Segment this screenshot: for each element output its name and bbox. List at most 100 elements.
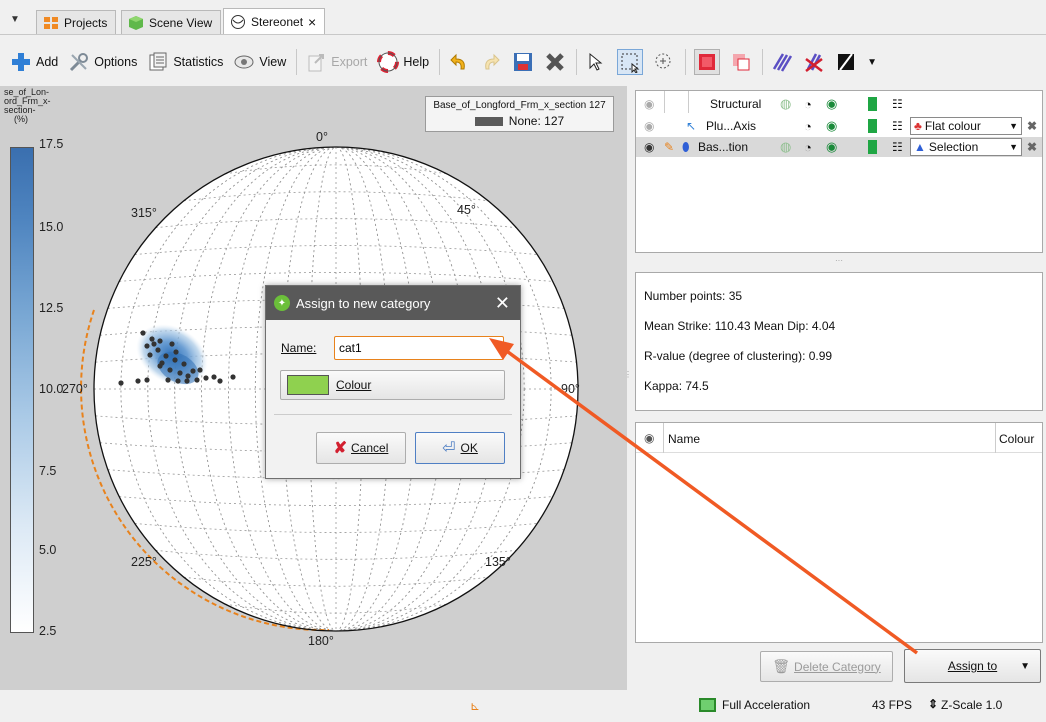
colour-mode-select[interactable]: ♣ Flat colour ▼	[910, 117, 1022, 135]
save-button[interactable]	[512, 51, 534, 73]
tab-stereonet-label: Stereonet	[251, 14, 304, 29]
direction-label-n: 0°	[316, 130, 328, 144]
name-input[interactable]	[334, 336, 504, 360]
plane-icon: ⬮	[682, 139, 690, 154]
options-button[interactable]: Options	[68, 51, 137, 73]
undo-icon	[448, 51, 470, 73]
hide-toggle-button[interactable]	[835, 51, 857, 73]
visibility-eye-icon[interactable]: ◉	[644, 97, 654, 111]
assign-to-label: Assign to	[947, 659, 998, 673]
layers-header-row: ◉ Structural ◍ ◔ ◉ ☷	[636, 91, 1042, 114]
legend: Base_of_Longford_Frm_x_section 127 None:…	[425, 96, 614, 132]
colour-mode-select[interactable]: ▲ Selection ▼	[910, 138, 1022, 156]
stat-r-value: R-value (degree of clustering): 0.99	[644, 349, 833, 363]
clock-icon[interactable]: ◔	[804, 119, 812, 134]
add-button[interactable]: Add	[10, 51, 58, 73]
zoom-select-icon	[653, 51, 675, 73]
cube-icon	[128, 15, 144, 31]
remove-structural-button[interactable]	[803, 51, 825, 73]
tab-scene-view-label: Scene View	[149, 15, 213, 30]
statistics-button[interactable]: Statistics	[147, 51, 223, 73]
structural-lines-button[interactable]	[771, 51, 793, 73]
pole-point	[149, 336, 155, 342]
direction-label-e: 90°	[561, 382, 580, 396]
pole-icon[interactable]: ◉	[826, 118, 837, 134]
pole-icon[interactable]: ◉	[826, 96, 837, 112]
colour-button[interactable]: Colour	[280, 370, 505, 400]
column-divider	[664, 91, 665, 113]
undo-button[interactable]	[448, 51, 470, 73]
ok-button[interactable]: ⏎ OK	[415, 432, 505, 464]
pointer-tool-button[interactable]	[585, 51, 607, 73]
layer-name: Bas...tion	[698, 140, 749, 154]
red-outline-toggle-button[interactable]	[730, 51, 752, 73]
remove-layer-icon[interactable]: ✖	[1027, 119, 1037, 133]
layer-row-selected[interactable]: ◉ ✎ ⬮ Bas...tion ◍ ◔ ◉ ☷ ▲ Selection ▼ ✖	[636, 137, 1042, 157]
green-colour-swatch[interactable]	[868, 97, 877, 111]
pole-point	[203, 375, 209, 381]
stat-mean-strike-dip: Mean Strike: 110.43 Mean Dip: 4.04	[644, 319, 836, 333]
list-icon[interactable]: ☷	[892, 140, 903, 154]
flat-colour-icon: ♣	[914, 119, 922, 133]
direction-label-se: 135°	[485, 555, 511, 569]
side-splitter-handle[interactable]: ⋮	[624, 370, 632, 379]
column-name[interactable]: Name	[668, 432, 700, 446]
pole-point	[230, 374, 236, 380]
layers-panel: ◉ Structural ◍ ◔ ◉ ☷ ◉ ↖ Plu...Axis ◔ ◉ …	[635, 90, 1043, 253]
layer-row[interactable]: ◉ ↖ Plu...Axis ◔ ◉ ☷ ♣ Flat colour ▼ ✖	[636, 116, 1042, 136]
zoom-select-button[interactable]	[653, 51, 675, 73]
close-tab-icon[interactable]: ×	[308, 14, 316, 30]
pole-point	[157, 338, 163, 344]
chevron-down-icon[interactable]: ▼	[1020, 661, 1030, 672]
column-divider	[663, 423, 664, 453]
close-icon[interactable]: ✕	[495, 293, 510, 314]
tab-projects-label: Projects	[64, 15, 108, 30]
edit-pencil-icon[interactable]: ✎	[664, 140, 674, 154]
column-colour[interactable]: Colour	[999, 432, 1034, 446]
help-label: Help	[403, 55, 430, 69]
tab-projects[interactable]: Projects	[36, 10, 117, 34]
help-button[interactable]: Help	[377, 51, 429, 73]
close-x-icon	[544, 51, 566, 73]
pole-point	[194, 377, 200, 383]
column-divider	[688, 91, 689, 113]
list-icon[interactable]: ☷	[892, 119, 903, 133]
tab-strip: ▼ Projects Scene View Stereonet ×	[0, 0, 1046, 40]
assign-category-dialog: ✦ Assign to new category ✕ Name: Colour …	[265, 285, 521, 479]
pole-point	[165, 377, 171, 383]
app-icon: ✦	[274, 295, 290, 311]
remove-layer-icon[interactable]: ✖	[1027, 140, 1037, 154]
delete-button[interactable]	[544, 51, 566, 73]
tab-stereonet[interactable]: Stereonet ×	[223, 8, 326, 34]
toolbar-overflow-icon[interactable]: ▼	[867, 57, 877, 68]
visibility-eye-icon[interactable]: ◉	[644, 119, 654, 133]
layer-name: Plu...Axis	[706, 119, 757, 133]
redo-button[interactable]	[480, 51, 502, 73]
pole-icon[interactable]: ◉	[826, 139, 837, 155]
select-region-button[interactable]	[617, 49, 644, 75]
export-button[interactable]: Export	[305, 51, 367, 73]
pole-point	[197, 367, 203, 373]
tab-list-dropdown-icon[interactable]: ▼	[10, 14, 20, 25]
assign-to-button[interactable]: Assign to ▼	[904, 649, 1041, 683]
red-fill-toggle-button[interactable]	[694, 49, 721, 75]
stereonet-circle-icon[interactable]: ◍	[780, 96, 791, 112]
visibility-eye-icon[interactable]: ◉	[644, 431, 654, 445]
green-colour-swatch[interactable]	[868, 119, 877, 133]
view-button[interactable]: View	[233, 51, 286, 73]
delete-category-button[interactable]: 🗑 Delete Category	[760, 651, 893, 682]
cancel-button[interactable]: ✘ Cancel	[316, 432, 406, 464]
pole-point	[118, 380, 124, 386]
save-icon	[512, 51, 534, 73]
z-scale-label[interactable]: Z-Scale 1.0	[941, 698, 1002, 712]
clock-icon[interactable]: ◔	[804, 140, 812, 155]
splitter-handle[interactable]: ···	[835, 256, 843, 265]
list-icon[interactable]: ☷	[892, 97, 903, 111]
visibility-eye-icon[interactable]: ◉	[644, 140, 654, 154]
stereonet-circle-icon[interactable]: ◍	[780, 139, 791, 155]
clock-icon[interactable]: ◔	[804, 97, 812, 112]
tab-scene-view[interactable]: Scene View	[121, 10, 222, 34]
green-colour-swatch[interactable]	[868, 140, 877, 154]
dialog-title: Assign to new category	[296, 295, 431, 311]
toolbar: Add Options Statistics View Export Help	[0, 40, 1046, 84]
